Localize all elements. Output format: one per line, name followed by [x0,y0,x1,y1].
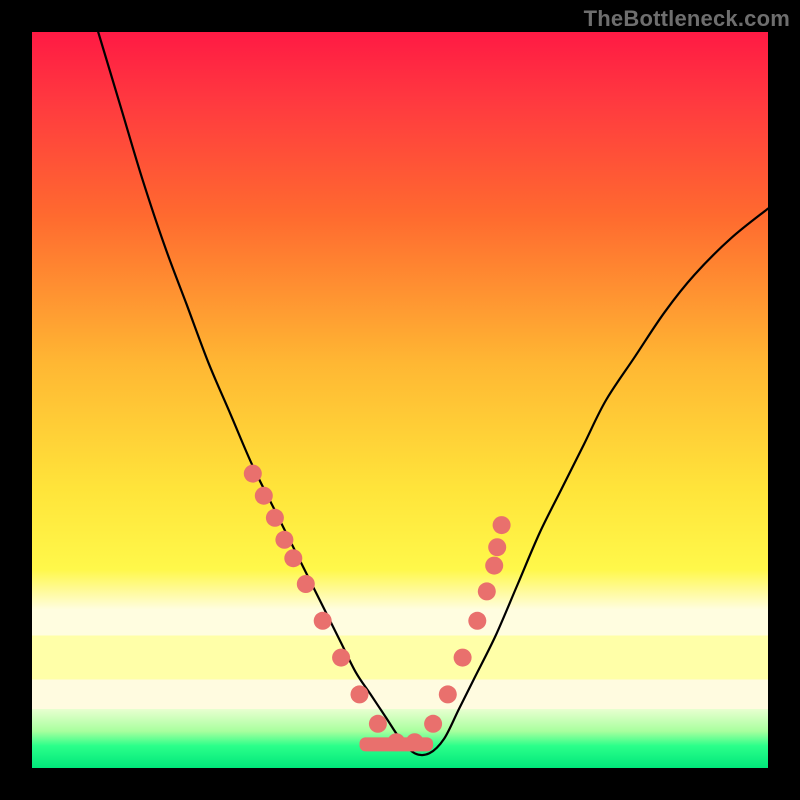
highlight-dot [255,487,273,505]
highlight-dot [266,509,284,527]
highlight-dot [275,531,293,549]
highlight-dot [244,465,262,483]
bottleneck-curve [98,32,768,755]
highlight-dot [439,685,457,703]
highlight-dot [488,538,506,556]
highlight-dot [351,685,369,703]
curve-flat-bar [360,737,434,751]
highlight-dot [468,612,486,630]
watermark-text: TheBottleneck.com [584,6,790,32]
highlight-dot [332,649,350,667]
highlight-dot [369,715,387,733]
highlight-dot [284,549,302,567]
highlight-dot [454,649,472,667]
highlight-dot [424,715,442,733]
highlight-dot [314,612,332,630]
curve-layer [32,32,768,768]
highlight-dot [493,516,511,534]
highlight-dot [297,575,315,593]
plot-area [32,32,768,768]
chart-frame: TheBottleneck.com [0,0,800,800]
highlight-dot [485,557,503,575]
highlight-dot [478,582,496,600]
highlight-dots [244,465,511,752]
